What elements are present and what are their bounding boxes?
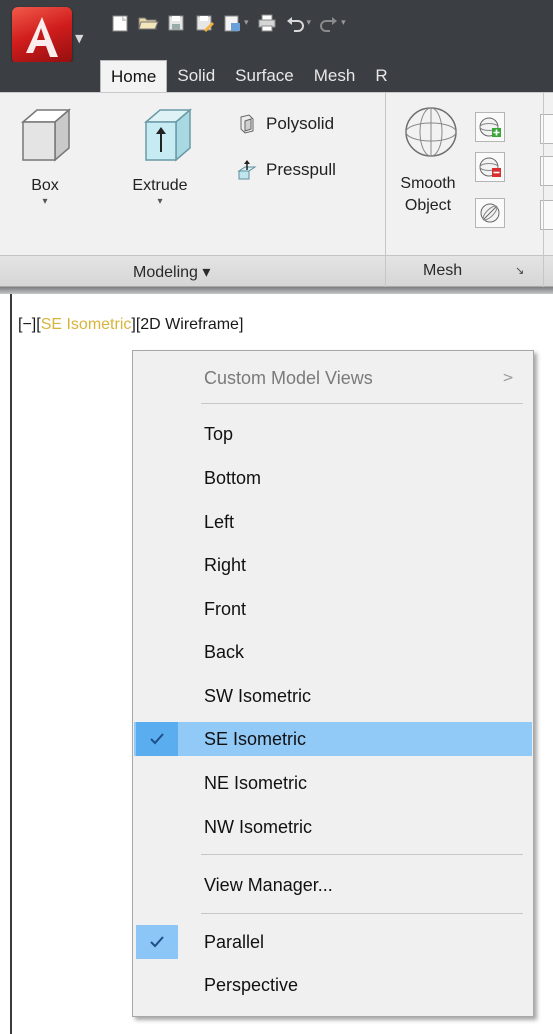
refine-mesh-button[interactable] — [475, 198, 505, 228]
clipped-button[interactable] — [540, 156, 553, 186]
menu-item-label: Perspective — [204, 974, 299, 995]
menu-separator — [201, 854, 523, 855]
tab-solid[interactable]: Solid — [167, 60, 225, 92]
save-as-icon[interactable] — [192, 11, 216, 35]
viewport-controls-prefix[interactable]: [−][ — [18, 316, 41, 333]
modeling-panel-title[interactable]: Modeling ▾ — [133, 262, 210, 282]
redo-icon[interactable] — [317, 11, 341, 35]
chevron-down-icon: ▾ — [157, 196, 163, 207]
ribbon-tabs: Home Solid Surface Mesh R — [100, 60, 398, 92]
chevron-down-icon: ▼ — [75, 32, 84, 45]
menu-item-label: NE Isometric — [204, 772, 308, 793]
tab-home[interactable]: Home — [100, 60, 168, 92]
menu-item-custom-model-views[interactable]: Custom Model Views > — [134, 361, 532, 395]
tab-mesh[interactable]: Mesh — [304, 60, 366, 92]
autocad-logo-icon — [12, 7, 72, 67]
presspull-icon — [236, 159, 258, 181]
menu-item-label: Front — [204, 598, 247, 619]
menu-item-label: SE Isometric — [204, 728, 307, 749]
viewport-border — [10, 294, 12, 1034]
menu-item-label: Right — [204, 554, 247, 575]
smooth-object-button[interactable]: Smooth Object — [392, 104, 464, 217]
menu-item-label: SW Isometric — [204, 685, 312, 706]
tab-render[interactable]: R — [365, 60, 397, 92]
menu-item-perspective[interactable]: Perspective — [134, 968, 532, 1002]
polysolid-button[interactable]: Polysolid — [236, 113, 334, 135]
polysolid-icon — [236, 113, 258, 135]
menu-item-view-manager[interactable]: View Manager... — [134, 868, 532, 902]
smooth-more-icon — [479, 117, 501, 137]
menu-item-parallel[interactable]: Parallel — [134, 925, 532, 959]
presspull-button[interactable]: Presspull — [236, 159, 336, 181]
menu-item-label: Parallel — [204, 931, 265, 952]
chevron-down-icon: ▾ — [42, 196, 48, 207]
chevron-right-icon: > — [502, 370, 514, 386]
smooth-more-button[interactable] — [475, 112, 505, 142]
panel-title-bar — [0, 255, 553, 287]
smooth-object-label-line2: Object — [404, 197, 452, 214]
smooth-less-button[interactable] — [475, 152, 505, 182]
viewport-controls-label[interactable]: [−][SE Isometric][2D Wireframe] — [18, 316, 243, 334]
publish-icon[interactable] — [220, 11, 244, 35]
menu-item-nw-isometric[interactable]: NW Isometric — [134, 810, 532, 844]
presspull-label: Presspull — [266, 160, 336, 179]
checkmark-icon — [136, 722, 178, 756]
menu-item-back[interactable]: Back — [134, 635, 532, 669]
menu-item-label: View Manager... — [204, 874, 333, 895]
quick-access-toolbar: ▾ ▾ ▾ — [108, 10, 352, 36]
tab-surface[interactable]: Surface — [225, 60, 304, 92]
plot-icon[interactable] — [255, 11, 279, 35]
polysolid-label: Polysolid — [266, 114, 335, 133]
menu-item-label: Bottom — [204, 467, 262, 488]
menu-item-label: NW Isometric — [204, 816, 312, 837]
mesh-panel-title: Mesh — [423, 262, 463, 279]
box-button[interactable]: Box ▾ — [14, 104, 76, 207]
menu-item-sw-isometric[interactable]: SW Isometric — [134, 679, 532, 713]
box-icon — [20, 108, 72, 162]
chevron-down-icon[interactable]: ▾ — [307, 18, 312, 28]
new-file-icon[interactable] — [108, 11, 132, 35]
menu-item-right[interactable]: Right — [134, 548, 532, 582]
menu-item-label: Custom Model Views — [204, 367, 373, 388]
menu-separator — [201, 403, 523, 404]
undo-icon[interactable] — [283, 11, 307, 35]
box-label: Box — [31, 177, 59, 194]
dialog-launcher-icon[interactable]: ↘ — [515, 264, 524, 277]
menu-item-left[interactable]: Left — [134, 505, 532, 539]
menu-item-se-isometric[interactable]: SE Isometric — [134, 722, 532, 756]
menu-item-ne-isometric[interactable]: NE Isometric — [134, 766, 532, 800]
ribbon-bottom-border — [0, 287, 553, 294]
visual-style-label[interactable]: ][2D Wireframe] — [131, 316, 243, 333]
refine-mesh-icon — [480, 203, 500, 223]
menu-item-bottom[interactable]: Bottom — [134, 461, 532, 495]
chevron-down-icon[interactable]: ▾ — [244, 18, 249, 28]
save-icon[interactable] — [164, 11, 188, 35]
extrude-icon — [143, 108, 193, 162]
smooth-less-icon — [479, 157, 501, 177]
view-context-menu: Custom Model Views > Top Bottom Left Rig… — [132, 350, 534, 1017]
menu-item-label: Back — [204, 641, 245, 662]
clipped-button[interactable] — [540, 200, 553, 230]
panel-separator — [543, 92, 544, 287]
menu-item-label: Left — [204, 511, 235, 532]
checkmark-icon — [136, 925, 178, 959]
menu-separator — [201, 913, 523, 914]
extrude-label: Extrude — [132, 177, 188, 194]
menu-item-front[interactable]: Front — [134, 592, 532, 626]
panel-separator — [385, 92, 386, 287]
chevron-down-icon[interactable]: ▾ — [341, 18, 346, 28]
clipped-button[interactable] — [540, 114, 553, 144]
smooth-object-icon — [405, 107, 457, 157]
open-folder-icon[interactable] — [136, 11, 160, 35]
menu-item-label: Top — [204, 423, 234, 444]
menu-item-top[interactable]: Top — [134, 417, 532, 451]
view-name[interactable]: SE Isometric — [41, 316, 132, 333]
extrude-button[interactable]: Extrude ▾ — [118, 104, 202, 207]
smooth-object-label-line1: Smooth — [400, 175, 456, 192]
